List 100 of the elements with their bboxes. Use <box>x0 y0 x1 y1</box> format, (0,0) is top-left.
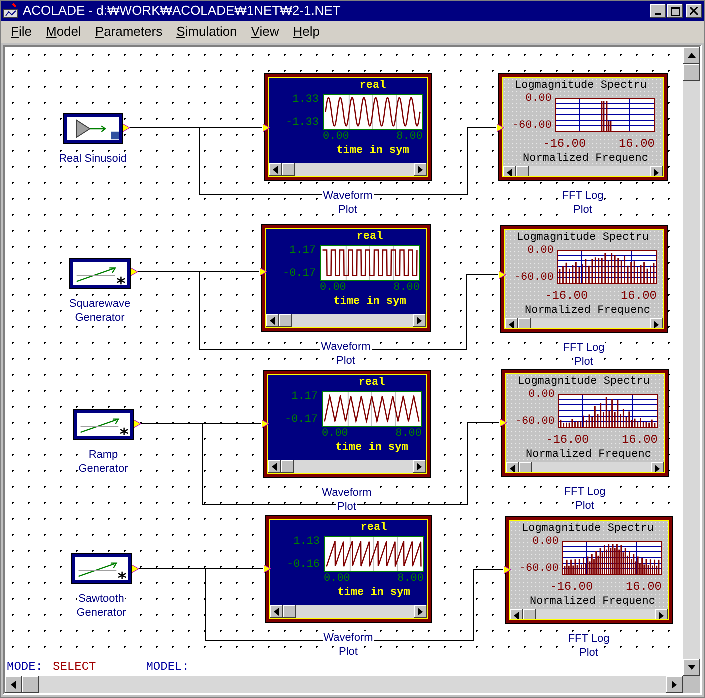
block-label: Plot <box>578 646 600 658</box>
maximize-button[interactable] <box>667 4 683 18</box>
scroll-thumb[interactable] <box>281 460 294 473</box>
menu-item[interactable]: Parameters <box>95 22 163 42</box>
axis-label: 0.00 <box>528 245 554 258</box>
minimize-button[interactable] <box>650 4 666 18</box>
scrollbar[interactable] <box>269 163 427 176</box>
block-label: FFT Log <box>563 485 607 499</box>
scrollbar[interactable] <box>266 314 426 327</box>
status-label: MODE: <box>7 659 44 676</box>
right-arrow-icon <box>672 680 677 688</box>
axis-label: 1.13 <box>294 536 320 549</box>
waveform-plot[interactable]: real 1.13 -0.16 0.00 8.00 time in sym <box>265 515 432 623</box>
axis-title: time in sym <box>336 145 410 158</box>
right-arrow-icon <box>417 462 422 470</box>
scroll-right-button[interactable] <box>651 462 664 472</box>
scroll-thumb[interactable] <box>22 676 39 693</box>
spectrum-plot[interactable]: Logmagnitude Spectru 0.00 -60.00 -16.00 16.00 Normalized Frequenc <box>498 73 668 181</box>
port-icon <box>260 268 267 276</box>
scrollbar[interactable] <box>505 318 663 328</box>
axis-label: 1.17 <box>292 391 318 404</box>
left-arrow-icon <box>11 680 16 688</box>
close-button[interactable] <box>686 4 702 18</box>
left-arrow-icon <box>270 316 275 324</box>
waveform-plot[interactable]: real 1.17 -0.17 0.00 8.00 time in sym <box>263 370 431 478</box>
plot-title: real <box>358 377 386 390</box>
axis-label: 0.00 <box>526 93 552 106</box>
scroll-left-button[interactable] <box>269 163 282 176</box>
scroll-thumb[interactable] <box>518 318 531 328</box>
spectrum-plot[interactable]: Logmagnitude Spectru 0.00 -60.00 -16.00 16.00 Normalized Frequenc <box>501 369 669 477</box>
scroll-thumb[interactable] <box>519 462 532 472</box>
scroll-right-button[interactable] <box>413 314 426 327</box>
vertical-scrollbar[interactable] <box>683 47 700 693</box>
scroll-right-button[interactable] <box>414 163 427 176</box>
source-block[interactable] <box>73 409 134 440</box>
menu-item[interactable]: Model <box>46 22 82 42</box>
axis-label: 8.00 <box>394 282 420 295</box>
scroll-right-button[interactable] <box>650 166 663 176</box>
left-arrow-icon <box>514 612 519 619</box>
scroll-left-button[interactable] <box>505 318 518 328</box>
spectrum-plot[interactable]: Logmagnitude Spectru 0.00 -60.00 -16.00 16.00 Normalized Frequenc <box>505 516 673 624</box>
left-arrow-icon <box>274 608 279 616</box>
scroll-left-button[interactable] <box>270 605 283 618</box>
scroll-left-button[interactable] <box>5 676 22 693</box>
scroll-thumb[interactable] <box>516 166 529 176</box>
scrollbar[interactable] <box>510 609 668 619</box>
axis-label: 16.00 <box>618 137 655 151</box>
axis-label: 0.00 <box>324 573 350 586</box>
scroll-down-button[interactable] <box>683 659 700 676</box>
waveform-plot[interactable]: real 1.33 -1.33 0.00 8.00 time in sym <box>264 73 432 181</box>
plot-title: real <box>358 80 388 93</box>
plot-title: Logmagnitude Spectru <box>515 80 648 93</box>
axis-label: -60.00 <box>514 272 554 285</box>
axis-title: time in sym <box>334 296 406 309</box>
left-arrow-icon <box>507 168 512 176</box>
menu-item[interactable]: Simulation <box>176 22 238 42</box>
menu-item[interactable]: Help <box>293 22 320 42</box>
scroll-thumb[interactable] <box>283 605 296 618</box>
scroll-left-button[interactable] <box>503 166 516 176</box>
left-arrow-icon <box>272 462 277 470</box>
menu-item[interactable]: View <box>251 22 280 42</box>
scrollbar[interactable] <box>270 605 427 618</box>
source-block[interactable] <box>71 553 132 584</box>
scroll-left-button[interactable] <box>268 460 281 473</box>
scrollbar[interactable] <box>268 460 426 473</box>
scroll-right-button[interactable] <box>650 318 663 328</box>
scroll-left-button[interactable] <box>510 609 523 619</box>
plot-title: Logmagnitude Spectru <box>517 232 650 245</box>
axis-label: 0.00 <box>532 536 559 549</box>
scrollbar[interactable] <box>506 462 664 472</box>
right-arrow-icon <box>659 612 664 619</box>
scroll-thumb[interactable] <box>683 64 700 81</box>
axis-label: 0.00 <box>323 131 350 144</box>
scroll-thumb[interactable] <box>523 609 536 619</box>
scroll-left-button[interactable] <box>266 314 279 327</box>
scrollbar[interactable] <box>503 166 663 176</box>
axis-label: 8.00 <box>396 131 423 144</box>
source-block[interactable] <box>63 113 123 144</box>
axis-title: time in sym <box>338 587 410 600</box>
scroll-right-button[interactable] <box>655 609 668 619</box>
up-arrow-icon <box>688 53 696 58</box>
scroll-left-button[interactable] <box>506 462 519 472</box>
axis-title: Normalized Frequenc <box>526 449 652 462</box>
right-arrow-icon <box>654 168 659 176</box>
scroll-thumb[interactable] <box>279 314 292 327</box>
menu-item[interactable]: File <box>11 22 32 42</box>
scroll-thumb[interactable] <box>282 163 295 176</box>
axis-label: -16.00 <box>543 137 586 151</box>
block-label: Waveform <box>322 189 374 203</box>
block-label: Plot <box>338 645 359 658</box>
scroll-right-button[interactable] <box>413 460 426 473</box>
scroll-right-button[interactable] <box>414 605 427 618</box>
spectrum-plot[interactable]: Logmagnitude Spectru 0.00 -60.00 -16.00 16.00 Normalized Frequenc <box>500 225 668 333</box>
scroll-right-button[interactable] <box>666 676 683 693</box>
scroll-up-button[interactable] <box>683 47 700 64</box>
source-block[interactable] <box>69 258 131 289</box>
axis-label: -60.00 <box>512 120 552 133</box>
scrollbar[interactable] <box>5 676 683 693</box>
axis-label: -1.33 <box>286 117 319 130</box>
waveform-plot[interactable]: real 1.17 -0.17 0.00 8.00 time in sym <box>261 224 431 332</box>
